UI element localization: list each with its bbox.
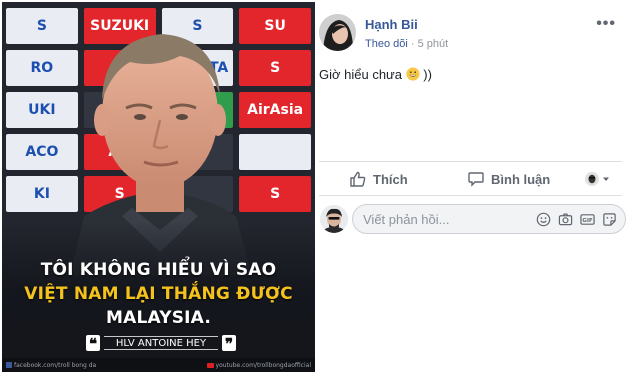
post-actions: Thích Bình luận (315, 166, 630, 192)
footer-facebook-text: facebook.com/troll bong da (14, 361, 97, 369)
post-message-suffix: )) (423, 67, 432, 82)
grinning-emoji-icon (406, 67, 420, 81)
divider-top (319, 161, 622, 162)
comment-label: Bình luận (491, 171, 551, 187)
reaction-identity-selector[interactable] (585, 166, 611, 192)
author-avatar[interactable] (319, 14, 356, 51)
footer-facebook: facebook.com/troll bong da (6, 362, 96, 369)
chevron-down-icon (603, 177, 609, 181)
comment-box: GIF (352, 204, 626, 234)
screenshot: SSUZUKISSUROSTOYOTASUKIAirAsiaACOAirKISS (0, 0, 630, 375)
meme-footer: facebook.com/troll bong da youtube.com/t… (2, 358, 315, 372)
commenter-photo-icon (320, 205, 348, 233)
facebook-icon (6, 362, 12, 368)
user-avatar-icon (585, 172, 599, 186)
youtube-icon (206, 362, 214, 368)
comment-composer: GIF (315, 203, 630, 237)
facebook-post: Hạnh Bii Theo dõi · 5 phút ••• Giờ hiểu … (315, 0, 630, 375)
quote-attribution: ❝ HLV ANTOINE HEY ❞ (86, 335, 236, 353)
comment-button[interactable]: Bình luận (467, 166, 550, 192)
post-time[interactable]: 5 phút (418, 38, 449, 50)
quote-line-1: TÔI KHÔNG HIỂU VÌ SAO (40, 260, 277, 280)
post-message-text: Giờ hiểu chưa (319, 67, 402, 82)
speech-bubble-icon (468, 172, 484, 187)
gif-icon[interactable]: GIF (579, 211, 595, 227)
sticker-icon[interactable] (601, 211, 617, 227)
commenter-avatar[interactable] (320, 205, 348, 233)
footer-youtube-text: youtube.com/trollbongdaofficial (215, 361, 311, 369)
more-options-button[interactable]: ••• (596, 15, 616, 33)
like-label: Thích (373, 171, 408, 187)
profile-photo-icon (319, 14, 356, 51)
post-message: Giờ hiểu chưa )) (319, 67, 432, 82)
quote-line-3: MALAYSIA. (105, 308, 212, 328)
footer-youtube: youtube.com/trollbongdaofficial (206, 361, 311, 369)
camera-icon[interactable] (557, 211, 573, 227)
attribution-text: HLV ANTOINE HEY (104, 336, 218, 350)
thumbs-up-icon (350, 171, 366, 187)
meta-separator: · (410, 38, 415, 50)
comment-input[interactable] (363, 211, 528, 228)
open-quote-icon: ❝ (86, 335, 100, 353)
divider-bottom (319, 195, 622, 196)
post-meta: Theo dõi · 5 phút (365, 38, 448, 50)
svg-text:GIF: GIF (582, 217, 593, 223)
quote-line-2: VIỆT NAM LẠI THẮNG ĐƯỢC (24, 284, 293, 304)
smiley-icon[interactable] (535, 211, 551, 227)
author-name[interactable]: Hạnh Bii (365, 17, 418, 32)
follow-link[interactable]: Theo dõi (365, 38, 408, 50)
close-quote-icon: ❞ (222, 335, 236, 353)
meme-image: SSUZUKISSUROSTOYOTASUKIAirAsiaACOAirKISS (2, 2, 315, 372)
comment-tools: GIF (535, 211, 617, 227)
like-button[interactable]: Thích (349, 166, 408, 192)
